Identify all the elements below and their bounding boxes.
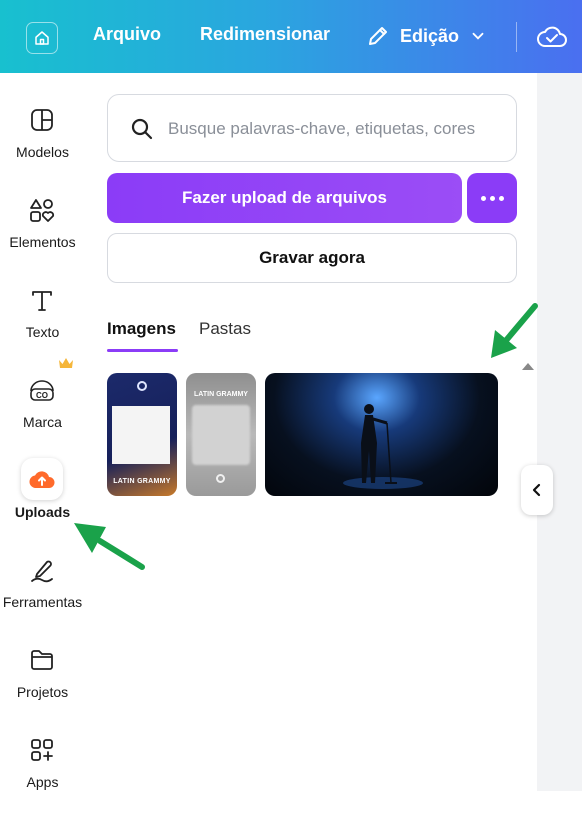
elements-icon <box>26 194 58 226</box>
search-input[interactable] <box>168 113 504 145</box>
edit-mode-dropdown[interactable]: Edição <box>366 24 487 48</box>
topbar-divider <box>516 22 517 52</box>
more-horizontal-icon <box>480 195 486 201</box>
top-bar: Arquivo Redimensionar Edição <box>0 0 582 73</box>
canvas-edge <box>537 73 582 791</box>
logo-mark <box>137 381 147 391</box>
apps-icon <box>26 734 58 766</box>
tools-icon <box>26 554 58 586</box>
sidebar-item-label: Ferramentas <box>2 594 83 610</box>
sidebar-item-label: Modelos <box>16 144 69 160</box>
upload-cloud-icon <box>21 458 63 500</box>
uploaded-image-thumbnail[interactable]: LATIN GRAMMY <box>107 373 177 496</box>
thumbnail-caption: LATIN GRAMMY <box>194 391 248 398</box>
annotation-arrow-icon <box>74 523 145 570</box>
upload-files-button[interactable]: Fazer upload de arquivos <box>107 173 462 223</box>
annotation-arrow-icon <box>491 303 538 358</box>
crown-icon <box>58 356 74 374</box>
sidebar-item-apps[interactable]: Apps <box>0 734 85 814</box>
sidebar-item-projetos[interactable]: Projetos <box>0 644 85 724</box>
text-icon <box>26 284 58 316</box>
uploaded-image-thumbnail[interactable]: LATIN GRAMMY <box>186 373 256 496</box>
thumbnail-caption: LATIN GRAMMY <box>113 478 171 485</box>
singer-silhouette <box>343 404 423 489</box>
uploaded-image-thumbnail[interactable] <box>265 373 498 496</box>
photo-frame <box>112 406 170 464</box>
folder-icon <box>26 644 58 676</box>
chevron-left-icon <box>532 483 541 497</box>
edit-mode-label: Edição <box>400 25 460 46</box>
menu-file[interactable]: Arquivo <box>93 24 161 45</box>
sidebar-item-label: Projetos <box>16 684 69 700</box>
cloud-check-icon <box>537 26 567 47</box>
photo-frame <box>192 405 250 465</box>
menu-resize[interactable]: Redimensionar <box>200 24 330 45</box>
sidebar-item-label: Apps <box>26 774 59 790</box>
tab-pastas[interactable]: Pastas <box>199 319 251 339</box>
left-sidebar: Modelos Elementos Texto CO Marca Uploads… <box>0 73 85 791</box>
record-now-button[interactable]: Gravar agora <box>107 233 517 283</box>
svg-text:CO: CO <box>36 391 48 400</box>
home-button[interactable] <box>26 22 58 54</box>
sidebar-item-label: Marca <box>23 414 62 430</box>
save-status-button[interactable] <box>536 22 568 57</box>
templates-icon <box>26 104 58 136</box>
sidebar-item-label: Elementos <box>9 234 76 250</box>
sidebar-item-modelos[interactable]: Modelos <box>0 104 85 184</box>
uploads-panel: Fazer upload de arquivos Gravar agora Im… <box>85 73 537 791</box>
search-icon <box>130 117 154 141</box>
collapse-panel-button[interactable] <box>521 465 553 515</box>
brand-icon: CO <box>26 374 58 406</box>
tab-imagens[interactable]: Imagens <box>107 319 176 339</box>
sidebar-item-elementos[interactable]: Elementos <box>0 194 85 274</box>
sidebar-item-label: Texto <box>25 324 60 340</box>
more-options-button[interactable] <box>467 173 517 223</box>
active-tab-indicator <box>107 349 178 352</box>
sidebar-item-texto[interactable]: Texto <box>0 284 85 364</box>
pencil-icon <box>369 27 387 45</box>
search-box <box>107 94 517 162</box>
chevron-down-icon <box>472 32 484 40</box>
logo-mark <box>216 474 225 483</box>
home-icon <box>35 31 49 45</box>
sidebar-item-marca[interactable]: CO Marca <box>0 358 85 454</box>
